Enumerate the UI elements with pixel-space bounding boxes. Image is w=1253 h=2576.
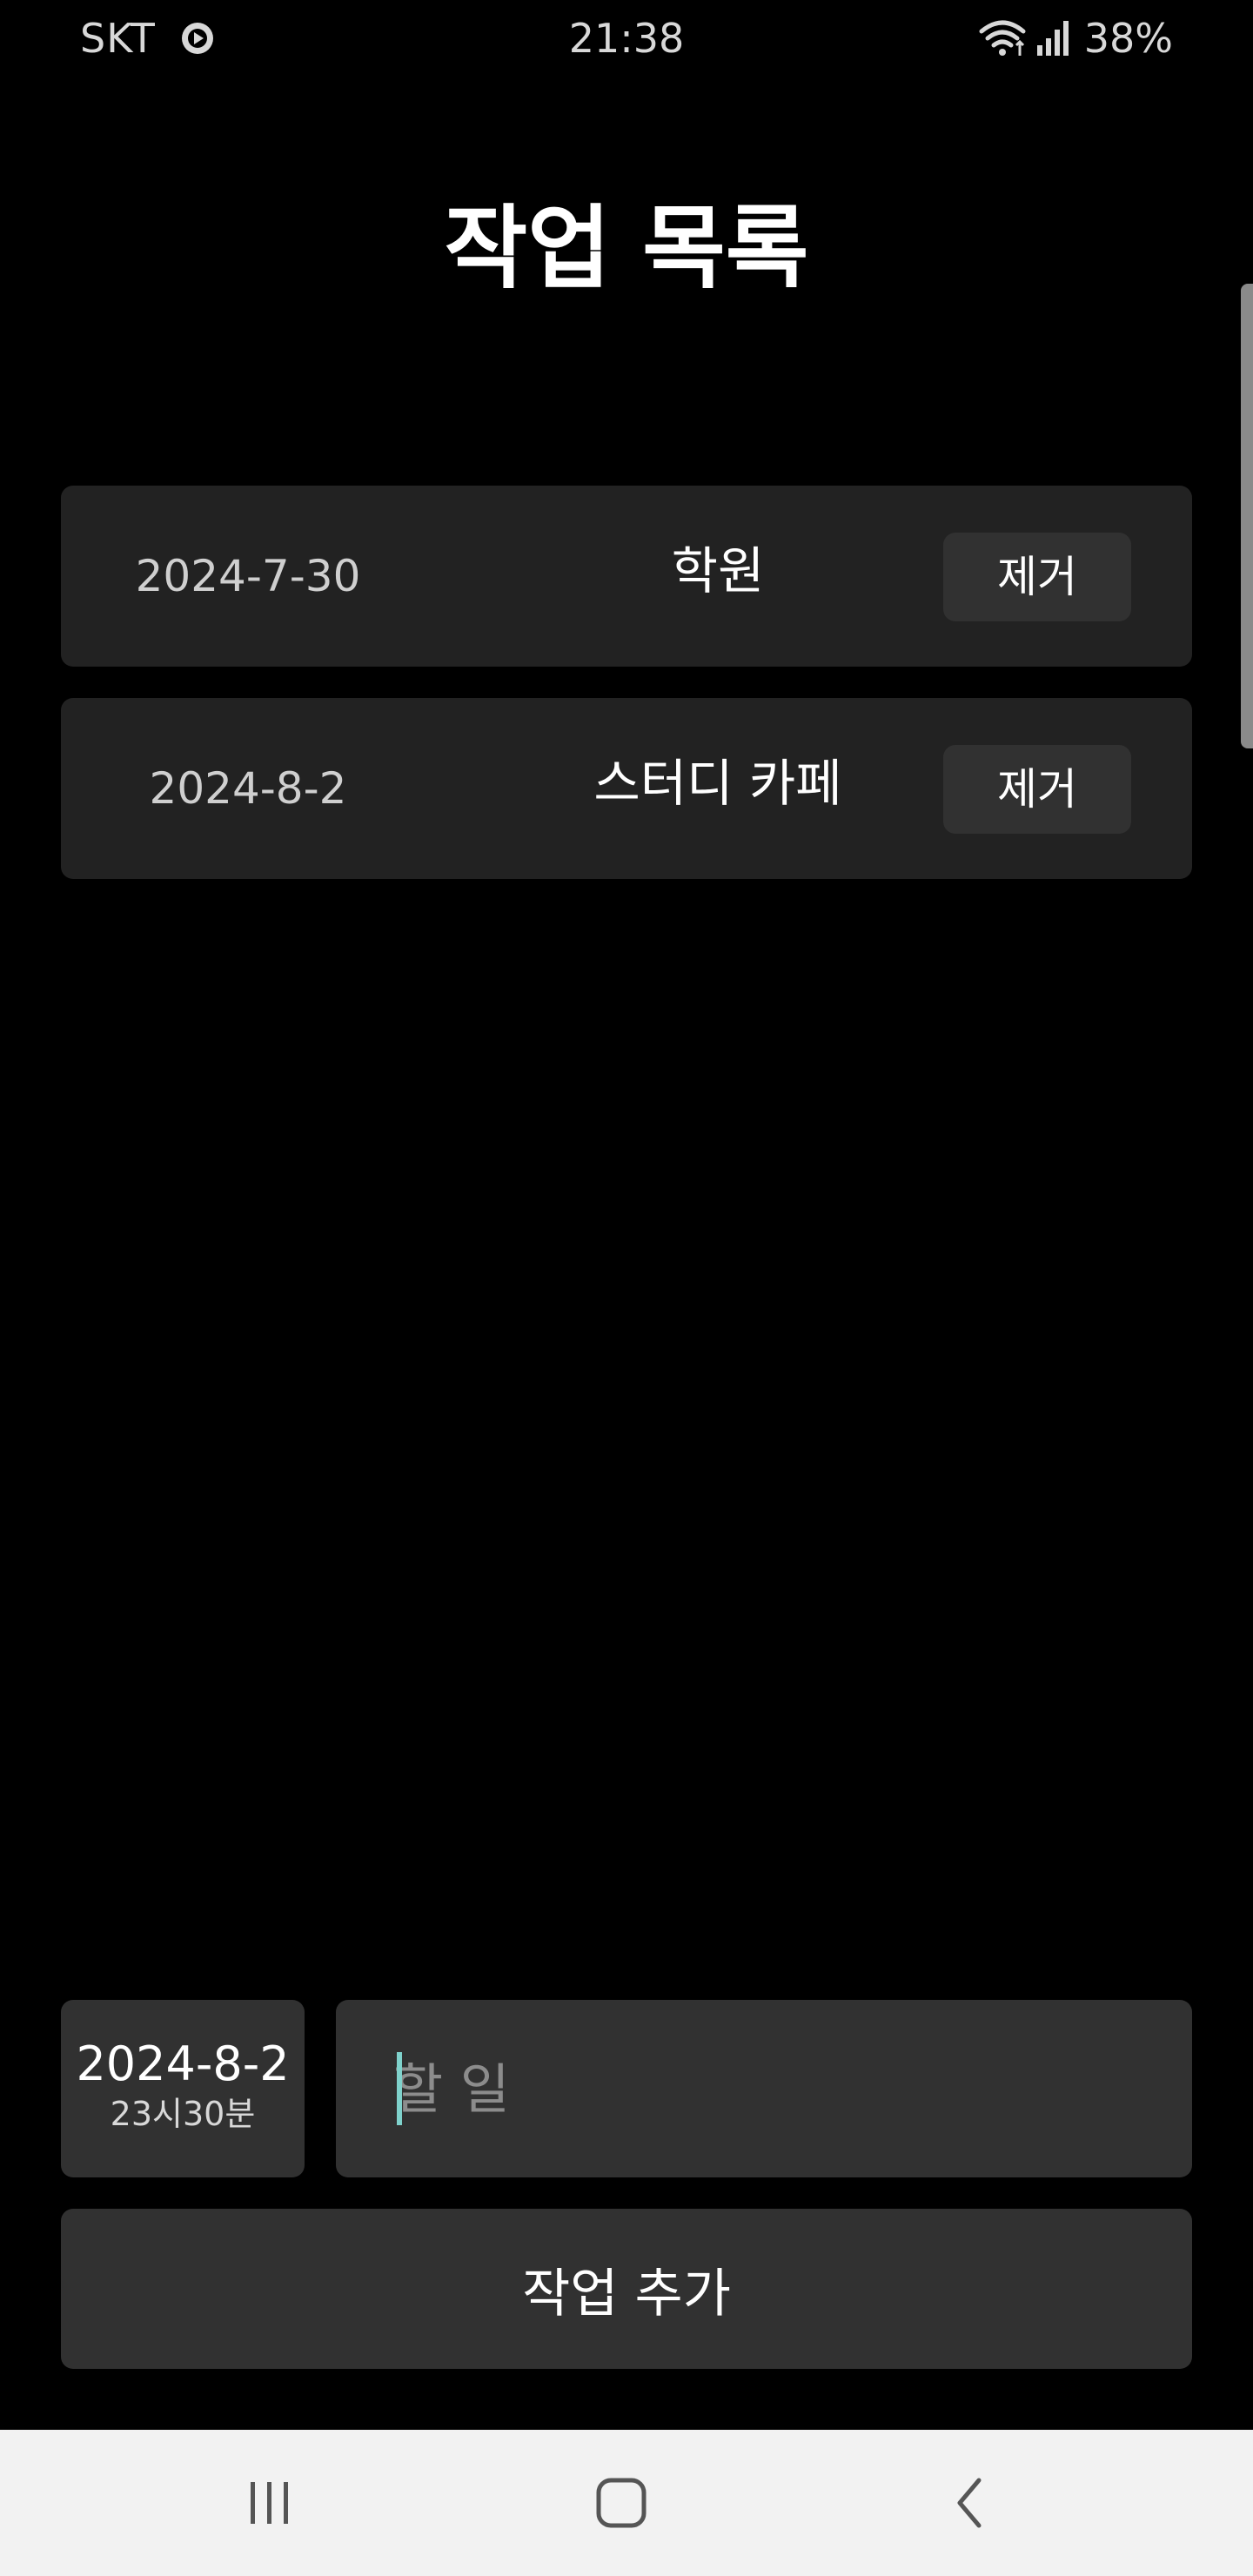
status-bar: SKT 21:38 38%	[0, 0, 1253, 78]
picker-date: 2024-8-2	[76, 2036, 290, 2091]
remove-button[interactable]: 제거	[943, 533, 1131, 621]
task-input[interactable]	[393, 2000, 1159, 2177]
battery-level: 38%	[1083, 15, 1173, 62]
picker-time: 23시30분	[110, 2095, 256, 2133]
task-row: 2024-7-30 학원 제거	[61, 486, 1192, 667]
task-name: 스터디 카페	[593, 754, 842, 813]
back-icon[interactable]	[919, 2468, 1023, 2538]
task-input-container[interactable]	[336, 2000, 1192, 2177]
task-name: 학원	[671, 541, 765, 600]
signal-icon	[1034, 19, 1072, 57]
home-icon[interactable]	[569, 2468, 673, 2538]
recent-apps-icon[interactable]	[218, 2468, 322, 2538]
task-date: 2024-7-30	[135, 551, 361, 601]
wifi-icon	[978, 19, 1029, 57]
app-screen: SKT 21:38 38% 작업 목록 2024-7-30 학원 제거 2024…	[0, 0, 1253, 2576]
status-time: 21:38	[568, 15, 685, 62]
text-cursor	[397, 2052, 402, 2125]
edge-panel-handle[interactable]	[1241, 284, 1253, 748]
navigation-bar	[0, 2430, 1253, 2576]
remove-button[interactable]: 제거	[943, 745, 1131, 834]
task-row: 2024-8-2 스터디 카페 제거	[61, 698, 1192, 879]
task-date: 2024-8-2	[149, 763, 347, 814]
status-right: 38%	[978, 12, 1173, 64]
page-title: 작업 목록	[444, 195, 809, 301]
play-circle-icon	[180, 21, 215, 56]
date-time-picker-button[interactable]: 2024-8-2 23시30분	[61, 2000, 305, 2177]
carrier-name: SKT	[80, 15, 156, 62]
add-task-button[interactable]: 작업 추가	[61, 2209, 1192, 2369]
task-list: 2024-7-30 학원 제거 2024-8-2 스터디 카페 제거	[61, 486, 1192, 910]
status-left: SKT	[80, 12, 215, 64]
